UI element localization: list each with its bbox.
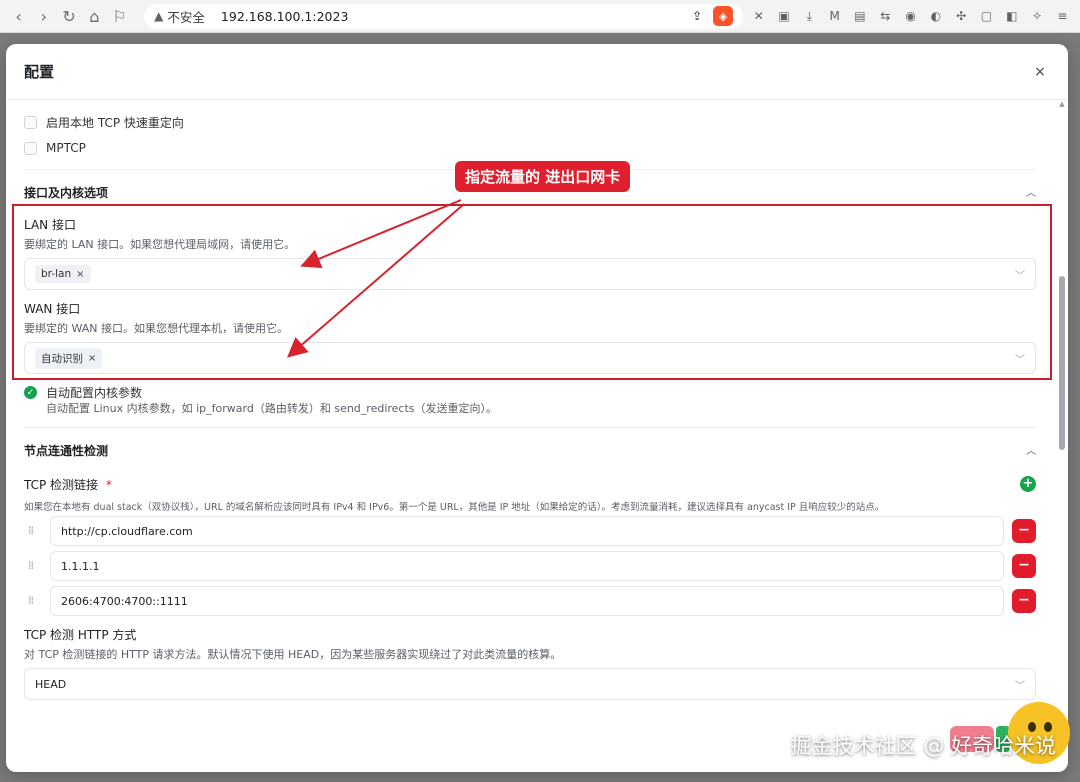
- close-icon[interactable]: ×: [1030, 64, 1050, 80]
- url-row: ⁞⁞ 2606:4700:4700::1111 −: [24, 586, 1036, 616]
- extension-icon[interactable]: ✕: [749, 6, 768, 26]
- insecure-label: 不安全: [167, 9, 205, 25]
- url-text: 192.168.100.1:2023: [220, 8, 349, 24]
- chevron-down-icon[interactable]: ﹀: [1015, 677, 1025, 692]
- wan-label: WAN 接口: [24, 302, 81, 316]
- reload-icon[interactable]: ↻: [58, 5, 79, 27]
- wan-description: 要绑定的 WAN 接口。如果您想代理本机，请使用它。: [24, 322, 289, 335]
- http-method-select[interactable]: HEAD ﹀: [24, 668, 1036, 700]
- tcp-redirect-option[interactable]: 启用本地 TCP 快速重定向: [24, 114, 184, 131]
- extension-icon[interactable]: ▤: [850, 6, 869, 26]
- chevron-up-icon[interactable]: ︿: [1026, 442, 1036, 457]
- extension-icon[interactable]: ◉: [901, 6, 920, 26]
- http-method-label: TCP 检测 HTTP 方式: [24, 628, 137, 642]
- remove-url-button[interactable]: −: [1012, 519, 1036, 543]
- remove-chip-icon[interactable]: ×: [88, 353, 96, 364]
- extension-icon[interactable]: ⇆: [876, 6, 895, 26]
- scroll-up-icon[interactable]: ▲: [1058, 100, 1066, 108]
- remove-url-button[interactable]: −: [1012, 589, 1036, 613]
- bookmark-icon[interactable]: ⚐: [109, 5, 130, 27]
- download-icon[interactable]: ⤓: [800, 6, 819, 26]
- dialog-title: 配置: [24, 63, 55, 81]
- scroll-thumb[interactable]: [1059, 276, 1065, 450]
- watermark: 掘金技术社区 @ 好奇哈米说: [790, 734, 1056, 758]
- back-icon[interactable]: ‹: [8, 5, 29, 27]
- drag-handle-icon[interactable]: ⁞⁞: [28, 594, 34, 607]
- add-url-button[interactable]: +: [1020, 476, 1036, 492]
- extension-icon[interactable]: ▣: [774, 6, 793, 26]
- mptcp-checkbox[interactable]: [24, 141, 37, 155]
- url-row: ⁞⁞ http://cp.cloudflare.com −: [24, 516, 1036, 546]
- tcp-redirect-label: 启用本地 TCP 快速重定向: [46, 116, 184, 130]
- tcp-check-label-text: TCP 检测链接: [24, 478, 99, 492]
- extension-icon[interactable]: M: [825, 6, 844, 26]
- wan-chip: 自动识别 ×: [35, 347, 103, 369]
- drag-handle-icon[interactable]: ⁞⁞: [28, 559, 34, 572]
- address-bar[interactable]: ▲ 不安全 192.168.100.1:2023 ⇪ ◈: [144, 3, 744, 29]
- chevron-down-icon[interactable]: ﹀: [1015, 267, 1025, 282]
- url-input[interactable]: 2606:4700:4700::1111: [50, 586, 1004, 616]
- interface-section-title: 接口及内核选项: [24, 186, 109, 200]
- wan-chip-label: 自动识别: [41, 352, 83, 365]
- lan-label: LAN 接口: [24, 218, 76, 232]
- http-method-description: 对 TCP 检测链接的 HTTP 请求方法。默认情况下使用 HEAD，因为某些服…: [24, 648, 562, 661]
- http-method-value: HEAD: [35, 677, 67, 691]
- sidebar-icon[interactable]: ◧: [1002, 6, 1021, 26]
- url-input[interactable]: 1.1.1.1: [50, 551, 1004, 581]
- extension-icon[interactable]: ◐: [926, 6, 945, 26]
- mptcp-option[interactable]: MPTCP: [24, 141, 86, 155]
- url-input[interactable]: http://cp.cloudflare.com: [50, 516, 1004, 546]
- required-mark: *: [105, 478, 112, 492]
- brave-shield-icon[interactable]: ◈: [713, 6, 734, 26]
- check-icon[interactable]: ✓: [24, 386, 37, 399]
- lan-chip-label: br-lan: [41, 268, 72, 280]
- lan-description: 要绑定的 LAN 接口。如果您想代理局域网，请使用它。: [24, 238, 296, 251]
- chevron-down-icon[interactable]: ﹀: [1015, 351, 1025, 366]
- share-icon[interactable]: ⇪: [687, 6, 707, 26]
- remove-chip-icon[interactable]: ×: [76, 269, 84, 280]
- arrow-to-lan: [300, 199, 462, 269]
- puzzle-icon[interactable]: ✣: [952, 6, 971, 26]
- home-icon[interactable]: ⌂: [84, 5, 105, 27]
- auto-kernel-label: 自动配置内核参数: [46, 386, 143, 400]
- divider: [24, 427, 1036, 428]
- annotation-callout: 指定流量的 进出口网卡: [455, 161, 631, 192]
- lan-chip: br-lan ×: [35, 265, 91, 283]
- scrollbar[interactable]: ▲ ▼: [1058, 100, 1066, 772]
- url-row: ⁞⁞ 1.1.1.1 −: [24, 551, 1036, 581]
- lan-interface-select[interactable]: br-lan × ﹀: [24, 258, 1036, 290]
- tcp-redirect-checkbox[interactable]: [24, 116, 37, 129]
- chevron-up-icon[interactable]: ︿: [1026, 184, 1036, 199]
- warning-icon: ▲: [154, 9, 164, 23]
- config-dialog: 配置 × ▲ ▼ 启用本地 TCP 快速重定向 MPTCP 接口及内核选项 ︿ …: [6, 44, 1068, 772]
- connectivity-section-title: 节点连通性检测: [24, 444, 109, 458]
- remove-url-button[interactable]: −: [1012, 554, 1036, 578]
- browser-toolbar: ‹ › ↻ ⌂ ⚐ ▲ 不安全 192.168.100.1:2023 ⇪ ◈ ✕…: [0, 0, 1080, 33]
- menu-icon[interactable]: ≡: [1053, 6, 1072, 26]
- auto-kernel-option[interactable]: ✓ 自动配置内核参数: [24, 384, 142, 401]
- auto-kernel-description: 自动配置 Linux 内核参数，如 ip_forward（路由转发）和 send…: [46, 402, 498, 415]
- dialog-header: 配置 ×: [6, 44, 1068, 100]
- screenshot-icon[interactable]: ▢: [977, 6, 996, 26]
- mptcp-label: MPTCP: [46, 141, 86, 155]
- tcp-check-description: 如果您在本地有 dual stack（双协议栈），URL 的域名解析应该同时具有…: [24, 502, 885, 513]
- forward-icon[interactable]: ›: [33, 5, 54, 27]
- sparkle-icon[interactable]: ✧: [1027, 6, 1046, 26]
- drag-handle-icon[interactable]: ⁞⁞: [28, 524, 34, 537]
- wan-interface-select[interactable]: 自动识别 × ﹀: [24, 342, 1036, 374]
- tcp-check-label: TCP 检测链接 *: [24, 476, 112, 493]
